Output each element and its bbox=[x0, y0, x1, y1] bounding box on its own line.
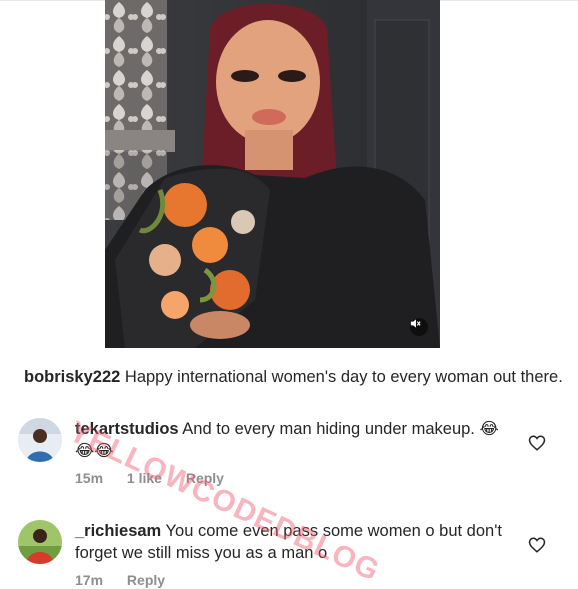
reply-button[interactable]: Reply bbox=[186, 470, 224, 486]
comment-meta: 17m Reply bbox=[75, 572, 185, 588]
comment-time: 17m bbox=[75, 572, 104, 588]
mute-toggle[interactable] bbox=[410, 318, 428, 336]
comment-username[interactable]: tekartstudios bbox=[75, 420, 179, 438]
comment-likes[interactable]: 1 like bbox=[127, 470, 162, 486]
caption-text: Happy international women's day to every… bbox=[124, 368, 563, 386]
video-frame bbox=[105, 0, 440, 348]
heart-icon[interactable] bbox=[528, 434, 546, 452]
heart-icon[interactable] bbox=[528, 536, 546, 554]
comment-text: _richiesam You come even pass some women… bbox=[75, 520, 515, 564]
comment-text: tekartstudios And to every man hiding un… bbox=[75, 418, 515, 462]
post-video[interactable] bbox=[105, 0, 440, 348]
comment-meta: 15m 1 like Reply bbox=[75, 470, 244, 486]
caption-username[interactable]: bobrisky222 bbox=[24, 368, 120, 386]
reply-button[interactable]: Reply bbox=[127, 572, 165, 588]
speaker-muted-icon bbox=[410, 319, 421, 328]
avatar[interactable] bbox=[18, 520, 62, 564]
comment-time: 15m bbox=[75, 470, 104, 486]
comment-username[interactable]: _richiesam bbox=[75, 522, 161, 540]
avatar[interactable] bbox=[18, 418, 62, 462]
post-caption: bobrisky222 Happy international women's … bbox=[24, 366, 564, 388]
